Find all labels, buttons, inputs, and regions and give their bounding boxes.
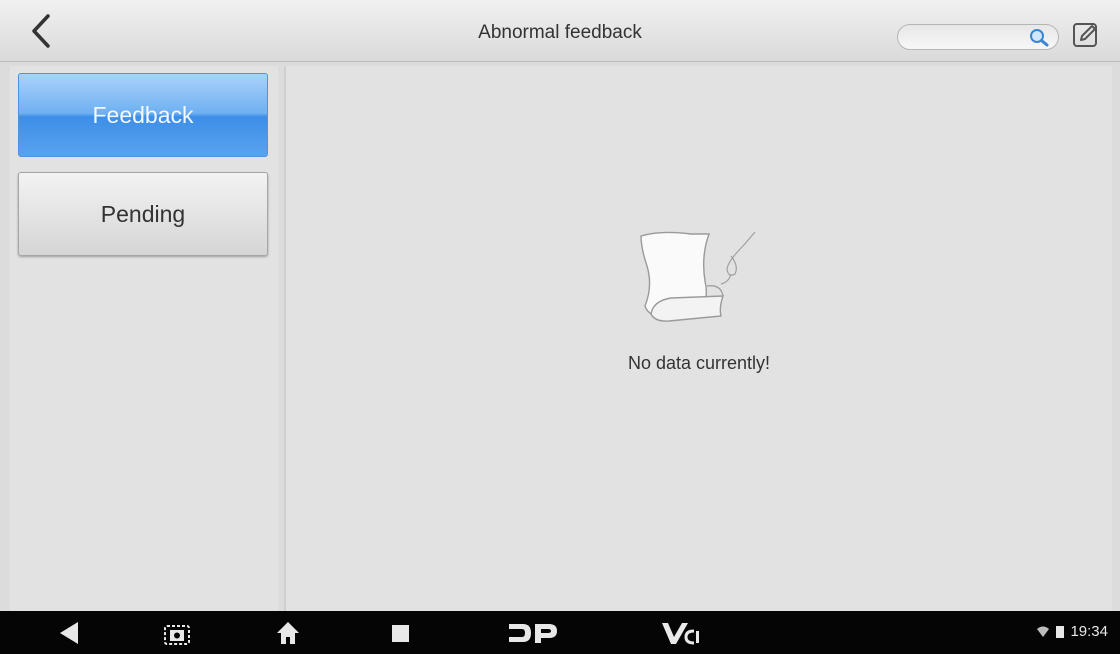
search-input[interactable] xyxy=(897,24,1059,50)
tab-pending[interactable]: Pending xyxy=(18,172,268,256)
dp-icon[interactable] xyxy=(505,619,561,647)
screenshot-icon[interactable] xyxy=(162,619,192,647)
battery-icon xyxy=(1056,626,1065,638)
tab-pending-label: Pending xyxy=(100,200,186,227)
vci-icon[interactable] xyxy=(660,619,700,647)
wifi-icon xyxy=(1037,626,1050,637)
search-icon[interactable] xyxy=(1028,27,1050,47)
clock: 19:34 xyxy=(1070,623,1108,640)
tab-feedback[interactable]: Feedback xyxy=(18,73,268,157)
sidebar: Feedback Pending xyxy=(10,66,278,611)
tab-feedback-label: Feedback xyxy=(92,101,194,128)
empty-document-icon xyxy=(640,231,756,322)
empty-state-message: No data currently! xyxy=(627,353,771,373)
status-area: 19:34 xyxy=(1036,623,1108,640)
top-bar: Abnormal feedback xyxy=(0,0,1120,62)
edit-icon xyxy=(1073,23,1097,47)
edit-button[interactable] xyxy=(1071,20,1101,50)
home-icon[interactable] xyxy=(275,619,301,647)
back-icon[interactable] xyxy=(56,619,82,647)
system-navbar: 19:34 xyxy=(0,611,1120,654)
content-area: No data currently! xyxy=(284,66,1112,611)
recent-apps-icon[interactable] xyxy=(388,619,414,647)
